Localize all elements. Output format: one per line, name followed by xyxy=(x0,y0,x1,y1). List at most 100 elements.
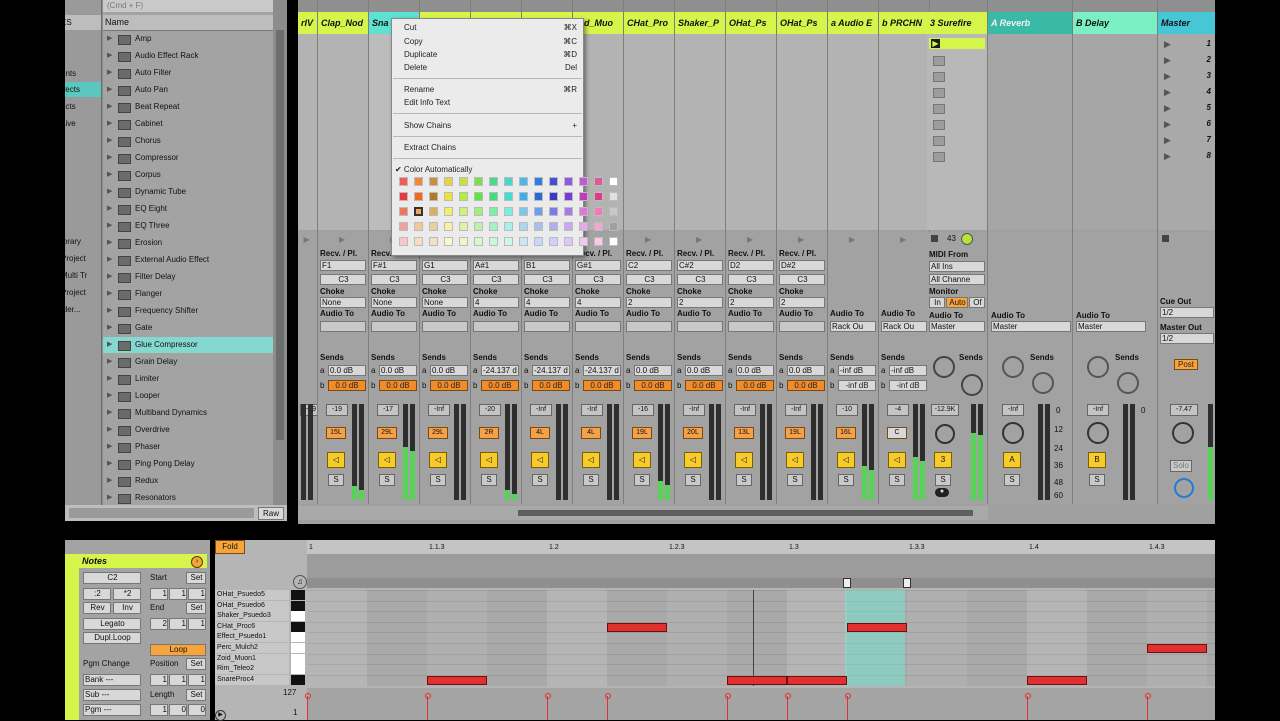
color-swatch[interactable] xyxy=(594,237,603,246)
speaker-icon[interactable]: ◁ xyxy=(633,452,651,468)
pan-display[interactable]: 2R xyxy=(479,427,499,439)
expand-triangle-icon[interactable]: ▶ xyxy=(107,490,112,505)
browser-search[interactable]: (Cmd + F) xyxy=(103,0,273,12)
browser-scrollbar[interactable] xyxy=(276,30,284,440)
master-out-select[interactable]: 1/2 xyxy=(1160,333,1214,344)
length-set-button[interactable]: Set xyxy=(186,689,206,701)
start-set-button[interactable]: Set xyxy=(186,572,206,584)
color-swatch[interactable] xyxy=(399,222,408,231)
piano-key[interactable] xyxy=(291,653,305,664)
scene-play-icon[interactable]: ▶ xyxy=(1164,151,1171,162)
invert-button[interactable]: Inv xyxy=(113,602,141,614)
stop-button[interactable] xyxy=(931,235,938,242)
expand-triangle-icon[interactable]: ▶ xyxy=(107,116,112,132)
speaker-icon[interactable]: ◁ xyxy=(480,452,498,468)
color-swatch[interactable] xyxy=(594,192,603,201)
piano-key[interactable] xyxy=(291,611,305,622)
browser-item[interactable]: ▶ Erosion xyxy=(103,235,273,251)
play-note-select[interactable]: C3 xyxy=(524,274,570,285)
audio-to-select[interactable] xyxy=(422,321,468,332)
clip-slots[interactable] xyxy=(675,34,725,230)
expand-triangle-icon[interactable]: ▶ xyxy=(107,133,112,149)
fold-button[interactable]: Fold xyxy=(215,540,245,554)
audio-to-select[interactable] xyxy=(371,321,417,332)
choke-select[interactable]: 2 xyxy=(779,297,825,308)
velocity-stem[interactable] xyxy=(307,696,308,720)
solo-button[interactable]: S xyxy=(532,474,548,486)
track-title[interactable]: OHat_Ps xyxy=(777,12,827,34)
expand-triangle-icon[interactable]: ▶ xyxy=(107,82,112,98)
position-bar[interactable]: 1 xyxy=(150,674,168,686)
post-button[interactable]: Post xyxy=(1174,359,1198,370)
solo-button[interactable]: S xyxy=(838,474,854,486)
velocity-stem[interactable] xyxy=(427,696,428,720)
browser-item[interactable]: ▶ External Audio Effect xyxy=(103,252,273,268)
color-swatch[interactable] xyxy=(564,192,573,201)
place-item[interactable]: ects xyxy=(65,99,101,114)
color-swatch[interactable] xyxy=(594,207,603,216)
track-title[interactable]: a Audio E xyxy=(828,12,878,34)
color-swatch[interactable] xyxy=(429,222,438,231)
reverse-button[interactable]: Rev xyxy=(83,602,111,614)
play-icon[interactable]: ▶ xyxy=(931,39,940,48)
color-swatch[interactable] xyxy=(444,192,453,201)
color-swatch[interactable] xyxy=(429,192,438,201)
expand-triangle-icon[interactable]: ▶ xyxy=(107,439,112,455)
solo-button[interactable]: S xyxy=(379,474,395,486)
send-knob[interactable] xyxy=(961,374,983,396)
velocity-handle[interactable] xyxy=(1145,693,1151,699)
expand-triangle-icon[interactable]: ▶ xyxy=(107,167,112,183)
volume-display[interactable]: -Inf xyxy=(1087,404,1109,416)
browser-item[interactable]: ▶ Grain Delay xyxy=(103,354,273,370)
audio-to-select[interactable] xyxy=(728,321,774,332)
play-slot-icon[interactable]: ▶ xyxy=(339,235,345,244)
browser-item[interactable]: ▶ EQ Three xyxy=(103,218,273,234)
midi-note[interactable] xyxy=(727,675,787,685)
audio-to-select[interactable]: Master xyxy=(929,321,985,332)
volume-display[interactable]: -Inf xyxy=(785,404,807,416)
velocity-handle[interactable] xyxy=(305,693,311,699)
color-swatch[interactable] xyxy=(504,207,513,216)
expand-triangle-icon[interactable]: ▶ xyxy=(107,269,112,285)
piano-key[interactable] xyxy=(291,643,305,653)
track-title[interactable]: Clap_Nod xyxy=(318,12,368,34)
expand-triangle-icon[interactable]: ▶ xyxy=(107,235,112,251)
scene-launch[interactable]: ▶ 8 xyxy=(1158,150,1215,164)
solo-button[interactable]: S xyxy=(430,474,446,486)
clip-slot[interactable] xyxy=(933,152,945,162)
piano-key-label[interactable]: Rim_Teleo2 xyxy=(215,664,289,675)
track-title[interactable]: Shaker_P xyxy=(675,12,725,34)
legato-button[interactable]: Legato xyxy=(83,618,141,630)
send-b-value[interactable]: 0.0 dB xyxy=(736,380,774,391)
midi-note[interactable] xyxy=(787,675,847,685)
browser-item[interactable]: ▶ Phaser xyxy=(103,439,273,455)
send-b-value[interactable]: 0.0 dB xyxy=(634,380,672,391)
place-item[interactable]: lder... xyxy=(65,302,101,317)
solo-button[interactable]: S xyxy=(787,474,803,486)
volume-display[interactable]: -Inf xyxy=(734,404,756,416)
scene-launch[interactable]: ▶ 3 xyxy=(1158,70,1215,84)
color-swatch[interactable] xyxy=(504,177,513,186)
pan-display[interactable]: 16L xyxy=(836,427,856,439)
expand-triangle-icon[interactable]: ▶ xyxy=(107,65,112,81)
solo-button[interactable]: S xyxy=(1089,474,1105,486)
velocity-handle[interactable] xyxy=(725,693,731,699)
receive-note-select[interactable]: B1 xyxy=(524,260,570,271)
midi-note[interactable] xyxy=(847,622,907,632)
send-a-value[interactable]: 0.0 dB xyxy=(430,365,468,376)
choke-select[interactable]: None xyxy=(320,297,366,308)
send-b-value[interactable]: 0.0 dB xyxy=(430,380,468,391)
color-swatch[interactable] xyxy=(414,237,423,246)
color-swatch[interactable] xyxy=(564,207,573,216)
speaker-icon[interactable]: ◁ xyxy=(327,452,345,468)
place-item[interactable]: Project xyxy=(65,251,101,266)
solo-button[interactable]: S xyxy=(583,474,599,486)
browser-item[interactable]: ▶ Ping Pong Delay xyxy=(103,456,273,472)
timeline-ruler[interactable]: 1 1.1.3 1.2 1.2.3 1.3 1.3.3 1.4 1.4.3 xyxy=(307,540,1215,554)
browser-item[interactable]: ▶ Frequency Shifter xyxy=(103,303,273,319)
choke-select[interactable]: 4 xyxy=(524,297,570,308)
scene-launch[interactable]: ▶ 4 xyxy=(1158,86,1215,100)
velocity-stem[interactable] xyxy=(847,696,848,720)
piano-key[interactable] xyxy=(291,674,305,685)
color-swatch[interactable] xyxy=(474,192,483,201)
